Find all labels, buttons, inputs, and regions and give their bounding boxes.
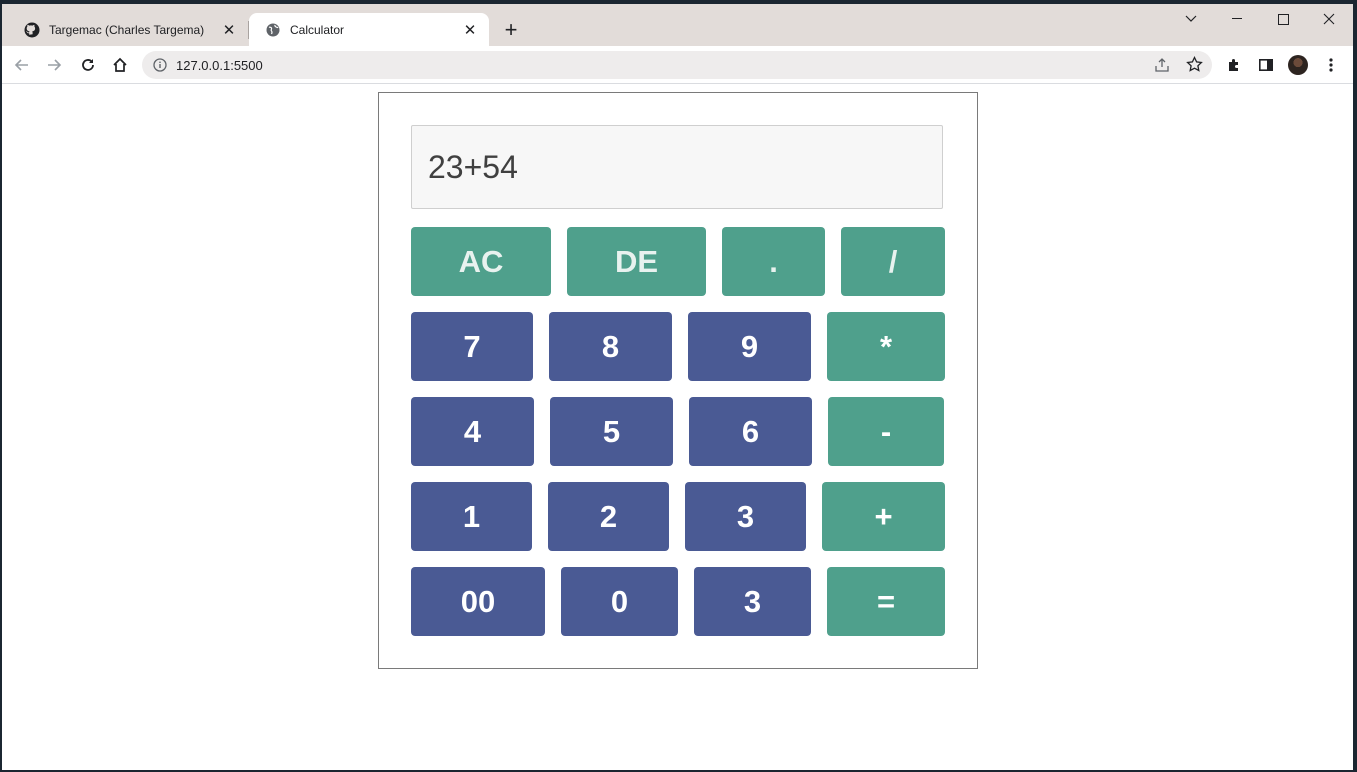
- tab-search-icon[interactable]: [1168, 4, 1214, 34]
- forward-icon[interactable]: [40, 51, 68, 79]
- tab-calculator[interactable]: Calculator ✕: [249, 13, 489, 46]
- github-icon: [24, 22, 40, 38]
- equals-button[interactable]: =: [827, 567, 945, 636]
- seven-button[interactable]: 7: [411, 312, 533, 381]
- close-icon[interactable]: ✕: [461, 21, 479, 39]
- six-button[interactable]: 6: [689, 397, 812, 466]
- share-icon[interactable]: [1154, 57, 1170, 78]
- nine-button[interactable]: 9: [688, 312, 811, 381]
- two-button[interactable]: 2: [548, 482, 669, 551]
- one-button[interactable]: 1: [411, 482, 532, 551]
- globe-icon: [265, 22, 281, 38]
- five-button[interactable]: 5: [550, 397, 673, 466]
- four-button[interactable]: 4: [411, 397, 534, 466]
- ac-button[interactable]: AC: [411, 227, 551, 296]
- minus-button[interactable]: -: [828, 397, 944, 466]
- close-window-button[interactable]: [1306, 4, 1352, 34]
- maximize-button[interactable]: [1260, 4, 1306, 34]
- close-icon[interactable]: ✕: [220, 21, 238, 39]
- address-bar[interactable]: 127.0.0.1:5500: [142, 51, 1212, 79]
- new-tab-button[interactable]: +: [500, 17, 522, 42]
- divide-button[interactable]: /: [841, 227, 945, 296]
- delete-button[interactable]: DE: [567, 227, 706, 296]
- url-text: 127.0.0.1:5500: [176, 57, 263, 73]
- info-icon[interactable]: [152, 57, 168, 73]
- calculator: 23+54 AC DE . / 7 8 9 * 4 5 6 - 1 2 3 + …: [378, 92, 978, 669]
- browser-window: Targemac (Charles Targema) ✕ Calculator …: [2, 4, 1353, 770]
- page-content: 23+54 AC DE . / 7 8 9 * 4 5 6 - 1 2 3 + …: [2, 84, 1353, 770]
- three-button-bottom[interactable]: 3: [694, 567, 811, 636]
- multiply-button[interactable]: *: [827, 312, 945, 381]
- reload-icon[interactable]: [74, 51, 102, 79]
- zero-button[interactable]: 0: [561, 567, 678, 636]
- double-zero-button[interactable]: 00: [411, 567, 545, 636]
- tab-title: Calculator: [290, 22, 345, 37]
- eight-button[interactable]: 8: [549, 312, 672, 381]
- browser-toolbar: 127.0.0.1:5500: [2, 46, 1353, 84]
- minimize-button[interactable]: [1214, 4, 1260, 34]
- side-panel-icon[interactable]: [1252, 51, 1280, 79]
- avatar[interactable]: [1288, 55, 1308, 75]
- back-icon[interactable]: [8, 51, 36, 79]
- calculator-display[interactable]: 23+54: [411, 125, 943, 209]
- decimal-button[interactable]: .: [722, 227, 825, 296]
- tab-strip: Targemac (Charles Targema) ✕ Calculator …: [2, 4, 1353, 46]
- menu-icon[interactable]: [1317, 51, 1345, 79]
- plus-button[interactable]: +: [822, 482, 945, 551]
- home-icon[interactable]: [106, 51, 134, 79]
- extensions-icon[interactable]: [1220, 51, 1248, 79]
- tab-title: Targemac (Charles Targema): [49, 22, 205, 37]
- tab-github[interactable]: Targemac (Charles Targema) ✕: [8, 13, 248, 46]
- bookmark-star-icon[interactable]: [1186, 55, 1203, 78]
- three-button[interactable]: 3: [685, 482, 806, 551]
